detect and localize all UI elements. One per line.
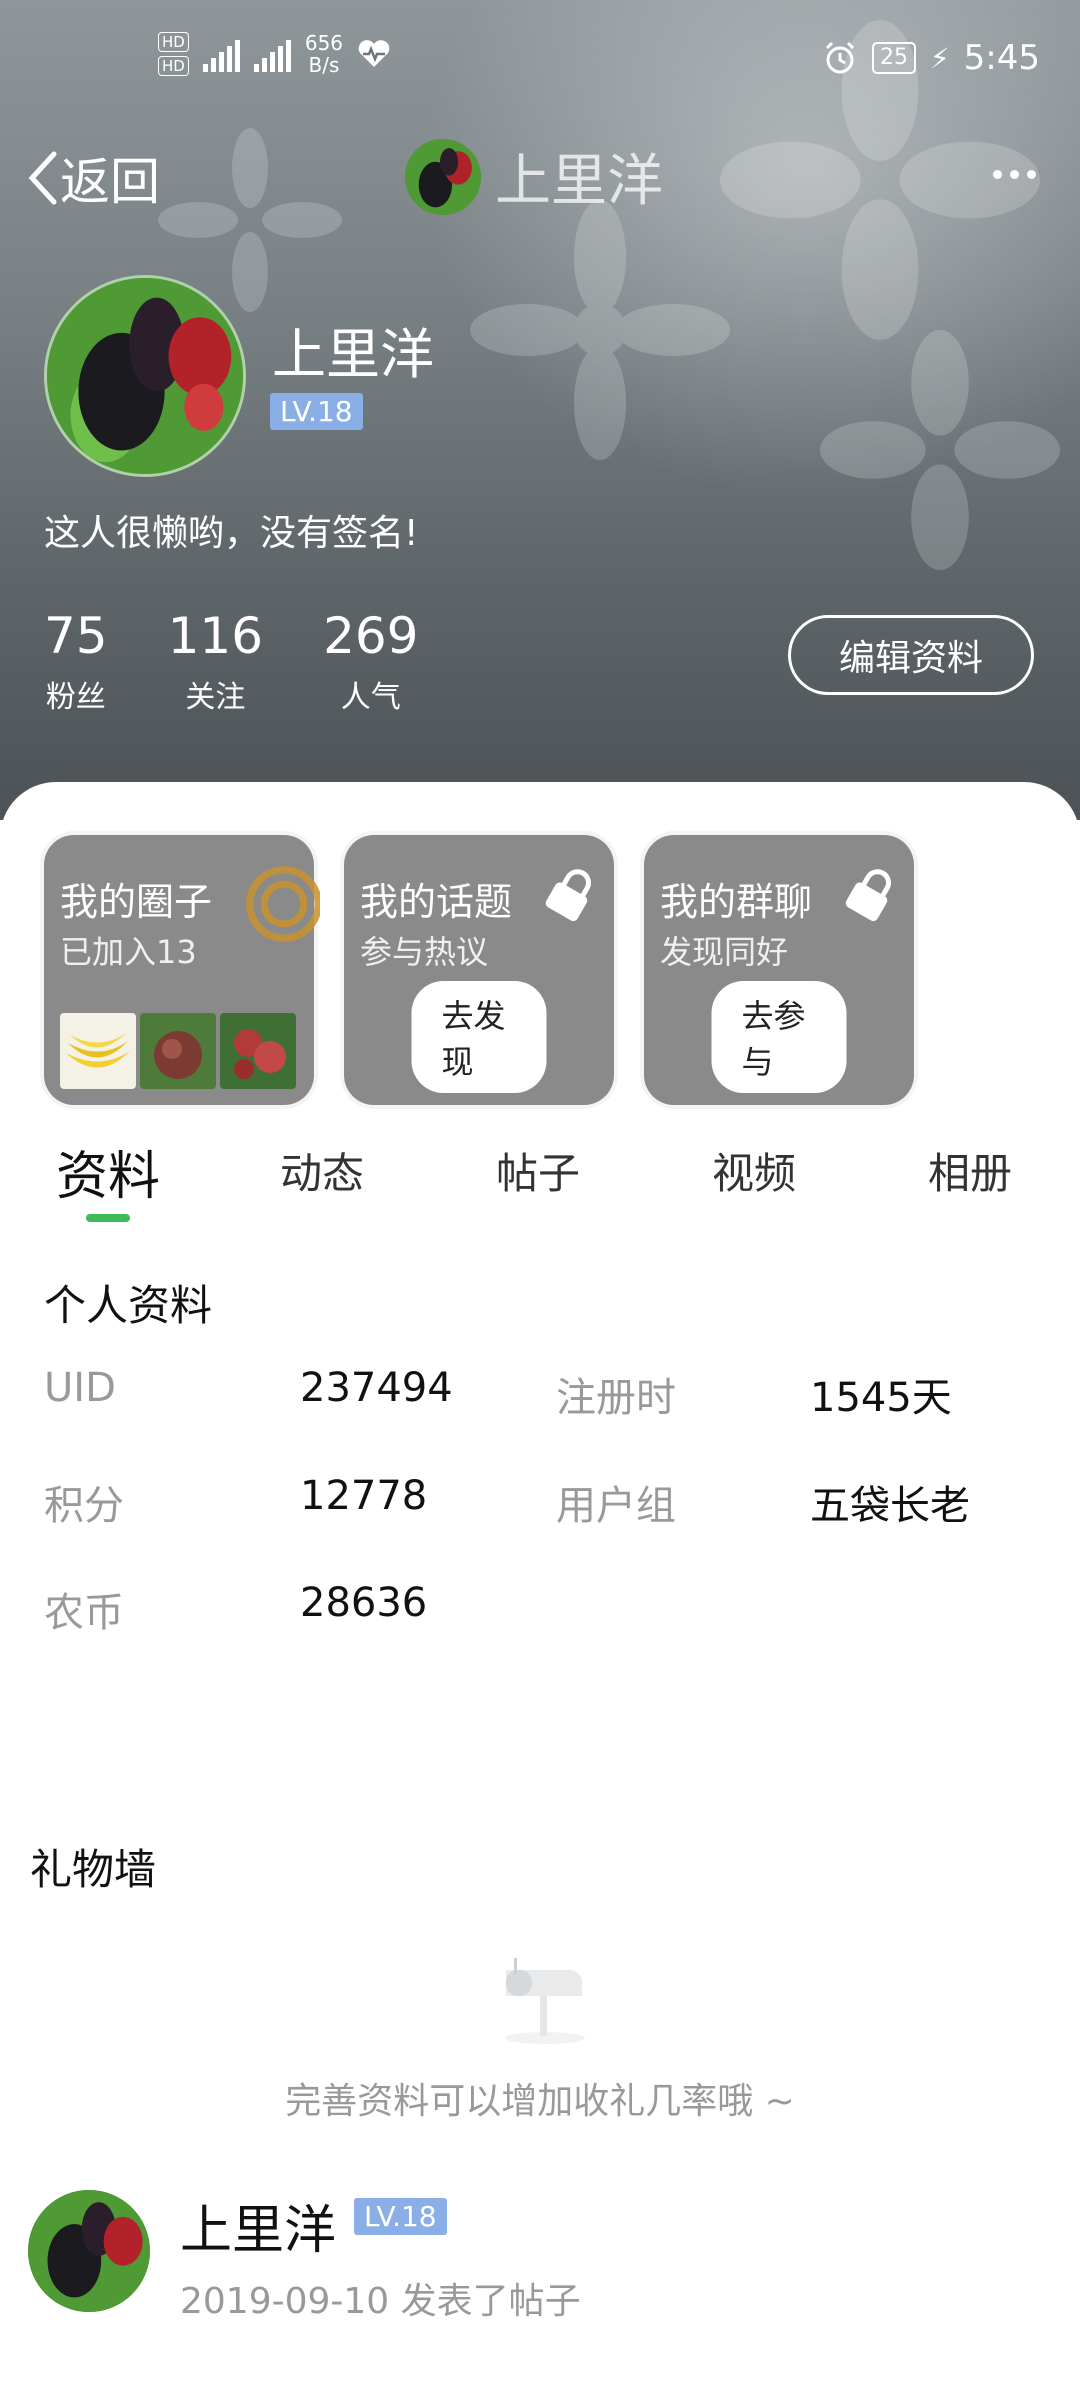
profile-bio: 这人很懒哟，没有签名!: [44, 513, 419, 554]
signal-icon: [202, 36, 240, 72]
hd2-label: HD: [158, 56, 189, 76]
edit-profile-button[interactable]: 编辑资料: [788, 615, 1034, 695]
card-title: 我的话题: [360, 880, 513, 924]
stat-value: 269: [323, 607, 419, 665]
card-my-circles[interactable]: 我的圈子 已加入13: [44, 835, 320, 1105]
nav-avatar[interactable]: [405, 138, 481, 215]
level-badge: LV.18: [270, 393, 363, 430]
tab-videos[interactable]: 视频: [712, 1140, 796, 1201]
stat-following[interactable]: 116 关注: [168, 606, 263, 716]
flower-pattern: [820, 330, 1060, 570]
uid-value: 237494: [300, 1365, 453, 1411]
card-title: 我的圈子: [60, 880, 213, 924]
mulberry-image: [405, 138, 481, 215]
user-group-value: 五袋长老: [810, 1483, 970, 1529]
mailbox-icon: [505, 1958, 585, 2044]
stat-popularity[interactable]: 269 人气: [323, 606, 418, 716]
battery-level: 25: [871, 42, 916, 74]
feed-meta: 2019-09-10 发表了帖子: [180, 2281, 581, 2322]
registered-value: 1545天: [810, 1375, 952, 1421]
charging-icon: ⚡: [929, 41, 950, 75]
stat-label: 人气: [340, 680, 401, 715]
lock-icon: [545, 869, 591, 922]
gift-wall-title: 礼物墙: [30, 1845, 157, 1894]
tab-albums[interactable]: 相册: [928, 1140, 1012, 1201]
feed-avatar[interactable]: [28, 2190, 150, 2312]
uid-label: UID: [44, 1365, 116, 1411]
user-group-label: 用户组: [556, 1483, 676, 1529]
flower-pattern: [470, 200, 730, 460]
card-my-topics[interactable]: 我的话题 参与热议 去发现: [344, 835, 614, 1105]
registered-label: 注册时: [556, 1375, 676, 1421]
lock-icon: [845, 869, 891, 922]
feed-level-badge: LV.18: [354, 2198, 447, 2235]
banana-thumbnail[interactable]: [60, 1013, 136, 1089]
hd-indicator: HD HD: [158, 32, 189, 76]
tab-activity[interactable]: 动态: [280, 1140, 364, 1201]
tab-posts[interactable]: 帖子: [496, 1140, 580, 1201]
alarm-icon: [825, 41, 855, 74]
back-label: 返回: [60, 153, 160, 211]
profile-avatar[interactable]: [44, 275, 246, 477]
back-button[interactable]: 返回: [26, 142, 160, 214]
points-value: 12778: [300, 1473, 428, 1519]
stat-value: 75: [44, 607, 108, 665]
nav-title-group: 上里洋: [405, 136, 663, 217]
tab-profile[interactable]: 资料: [56, 1134, 160, 1209]
stat-label: 粉丝: [45, 680, 106, 715]
card-subtitle: 已加入13: [60, 933, 197, 971]
join-button[interactable]: 去参与: [711, 981, 847, 1093]
hd1-label: HD: [158, 32, 189, 52]
coins-label: 农币: [44, 1590, 124, 1636]
card-title: 我的群聊: [660, 880, 813, 924]
top-nav: 返回 上里洋: [0, 130, 1080, 220]
signal-icon: [253, 36, 291, 72]
swirl-icon: [246, 866, 320, 942]
points-label: 积分: [44, 1483, 124, 1529]
mulberry-image: [28, 2190, 150, 2312]
stat-label: 关注: [185, 680, 246, 715]
profile-username: 上里洋: [272, 323, 434, 386]
feature-cards: 我的圈子 已加入13 我的话题 参与热议 去发现 我的群聊 发现同好 去参与: [44, 835, 914, 1105]
discover-button[interactable]: 去发现: [411, 981, 547, 1093]
card-subtitle: 参与热议: [360, 933, 489, 971]
nav-title: 上里洋: [495, 149, 663, 214]
profile-tabs: 资料 动态 帖子 视频 相册: [0, 1140, 1080, 1220]
lychee-thumbnail[interactable]: [220, 1013, 296, 1089]
net-speed-value: 656: [304, 31, 344, 55]
personal-info-title: 个人资料: [44, 1281, 213, 1330]
net-speed-unit: B/s: [308, 53, 340, 77]
heart-rate-icon: [358, 40, 390, 67]
peach-thumbnail[interactable]: [140, 1013, 216, 1089]
mulberry-image: [47, 278, 243, 474]
chevron-left-icon: [28, 151, 57, 205]
feed-username[interactable]: 上里洋: [180, 2188, 336, 2263]
stat-fans[interactable]: 75 粉丝: [44, 606, 108, 716]
active-tab-indicator: [86, 1214, 130, 1222]
more-options-button[interactable]: [993, 170, 1036, 179]
coins-value: 28636: [300, 1580, 428, 1626]
stat-value: 116: [167, 607, 264, 665]
profile-stats: 75 粉丝 116 关注 269 人气: [44, 606, 479, 716]
circle-thumbnails: [60, 1013, 296, 1089]
clock-time: 5:45: [963, 38, 1040, 78]
card-subtitle: 发现同好: [660, 933, 789, 971]
status-bar: HD HD 656 B/s 25 ⚡ 5:45: [0, 28, 1080, 98]
gift-wall-empty-hint: 完善资料可以增加收礼几率哦 ~: [285, 2081, 795, 2122]
net-speed: 656 B/s: [305, 32, 343, 76]
card-my-groups[interactable]: 我的群聊 发现同好 去参与: [644, 835, 914, 1105]
